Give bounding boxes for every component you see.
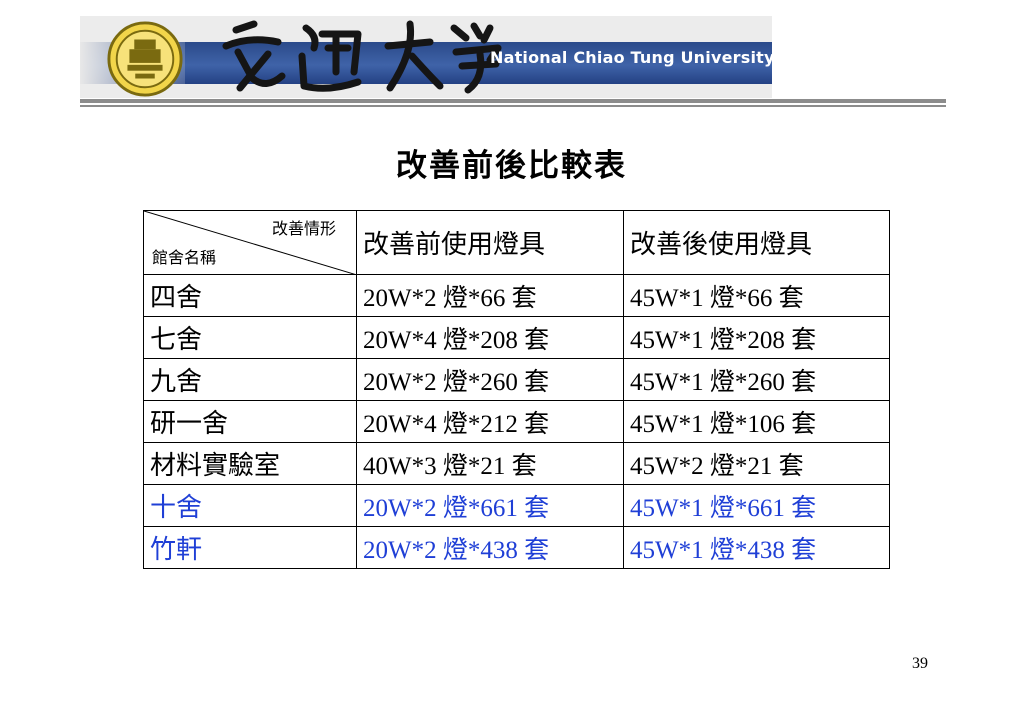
university-banner: National Chiao Tung University xyxy=(80,16,772,98)
comparison-table: 改善情形 館舍名稱 改善前使用燈具 改善後使用燈具 四舍 20W*2 燈*66 … xyxy=(143,210,890,569)
corner-label-top: 改善情形 xyxy=(271,219,336,238)
table-row-highlighted: 竹軒 20W*2 燈*438 套 45W*1 燈*438 套 xyxy=(143,526,890,569)
page-number: 39 xyxy=(912,655,928,672)
corner-label-bottom: 館舍名稱 xyxy=(152,248,217,267)
table-row: 九舍 20W*2 燈*260 套 45W*1 燈*260 套 xyxy=(143,358,890,401)
before-fixture-cell: 20W*4 燈*208 套 xyxy=(356,316,624,359)
building-name-cell: 材料實驗室 xyxy=(143,442,357,485)
after-fixture-cell: 45W*1 燈*66 套 xyxy=(623,274,890,317)
building-name-cell: 竹軒 xyxy=(143,526,357,569)
table-row: 七舍 20W*4 燈*208 套 45W*1 燈*208 套 xyxy=(143,316,890,359)
header-divider xyxy=(80,99,946,103)
building-name-cell: 四舍 xyxy=(143,274,357,317)
building-name-cell: 研一舍 xyxy=(143,400,357,443)
before-fixture-cell: 20W*2 燈*438 套 xyxy=(356,526,624,569)
after-fixture-cell: 45W*2 燈*21 套 xyxy=(623,442,890,485)
before-fixture-cell: 20W*2 燈*66 套 xyxy=(356,274,624,317)
column-header-before: 改善前使用燈具 xyxy=(356,210,624,275)
table-row: 四舍 20W*2 燈*66 套 45W*1 燈*66 套 xyxy=(143,274,890,317)
after-fixture-cell: 45W*1 燈*208 套 xyxy=(623,316,890,359)
after-fixture-cell: 45W*1 燈*438 套 xyxy=(623,526,890,569)
header-divider-thin xyxy=(80,105,946,107)
after-fixture-cell: 45W*1 燈*106 套 xyxy=(623,400,890,443)
before-fixture-cell: 20W*2 燈*661 套 xyxy=(356,484,624,527)
before-fixture-cell: 20W*2 燈*260 套 xyxy=(356,358,624,401)
building-name-cell: 九舍 xyxy=(143,358,357,401)
table-header-row: 改善情形 館舍名稱 改善前使用燈具 改善後使用燈具 xyxy=(143,210,890,275)
page-title: 改善前後比較表 xyxy=(396,148,627,184)
university-english-name: National Chiao Tung University xyxy=(490,48,772,67)
table-row: 材料實驗室 40W*3 燈*21 套 45W*2 燈*21 套 xyxy=(143,442,890,485)
table-row: 研一舍 20W*4 燈*212 套 45W*1 燈*106 套 xyxy=(143,400,890,443)
before-fixture-cell: 40W*3 燈*21 套 xyxy=(356,442,624,485)
building-name-cell: 七舍 xyxy=(143,316,357,359)
column-header-after: 改善後使用燈具 xyxy=(623,210,890,275)
building-name-cell: 十舍 xyxy=(143,484,357,527)
table-row-highlighted: 十舍 20W*2 燈*661 套 45W*1 燈*661 套 xyxy=(143,484,890,527)
before-fixture-cell: 20W*4 燈*212 套 xyxy=(356,400,624,443)
corner-header-cell: 改善情形 館舍名稱 xyxy=(143,210,357,275)
after-fixture-cell: 45W*1 燈*661 套 xyxy=(623,484,890,527)
after-fixture-cell: 45W*1 燈*260 套 xyxy=(623,358,890,401)
university-seal-icon xyxy=(107,21,183,97)
chinese-name-calligraphy xyxy=(222,20,502,94)
